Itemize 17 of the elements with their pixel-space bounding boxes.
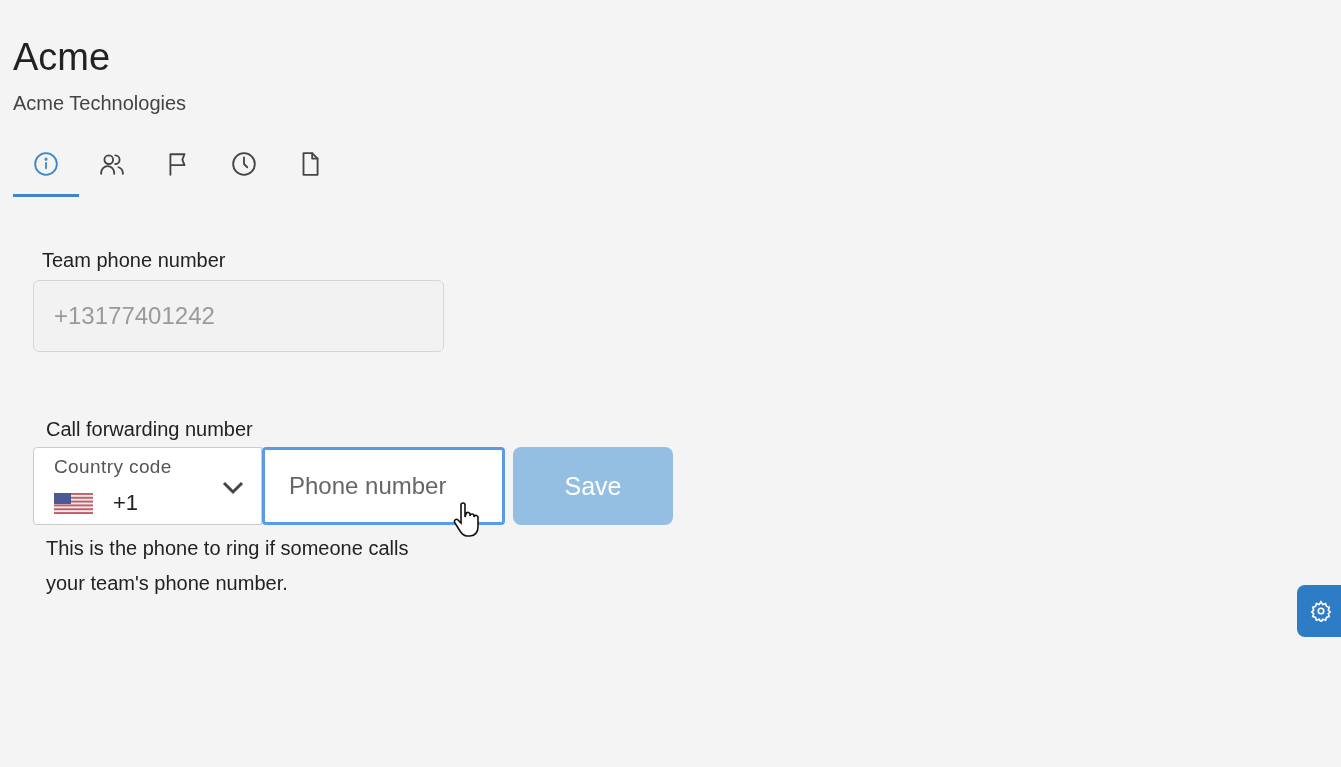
- settings-icon: [1310, 600, 1332, 622]
- phone-number-field[interactable]: Phone number: [262, 447, 505, 525]
- info-icon: [33, 151, 59, 177]
- hand-cursor-icon: [452, 502, 482, 538]
- settings-button[interactable]: [1297, 585, 1341, 637]
- flag-icon: [54, 492, 93, 514]
- people-icon: [99, 151, 125, 177]
- field-label: Call forwarding number: [46, 418, 254, 441]
- page-title: Acme: [13, 35, 112, 80]
- field-label: Team phone number: [42, 249, 227, 272]
- clock-icon: [231, 151, 257, 177]
- country-code-select[interactable]: Country code +1: [33, 447, 262, 525]
- page-subtitle: Acme Technologies: [13, 92, 188, 115]
- chevron-down-icon: [221, 480, 245, 496]
- select-label: Country code: [54, 456, 173, 478]
- help-text: This is the phone to ring if someone calls your team's phone number.: [46, 536, 410, 596]
- country-code-value: +1: [113, 490, 139, 516]
